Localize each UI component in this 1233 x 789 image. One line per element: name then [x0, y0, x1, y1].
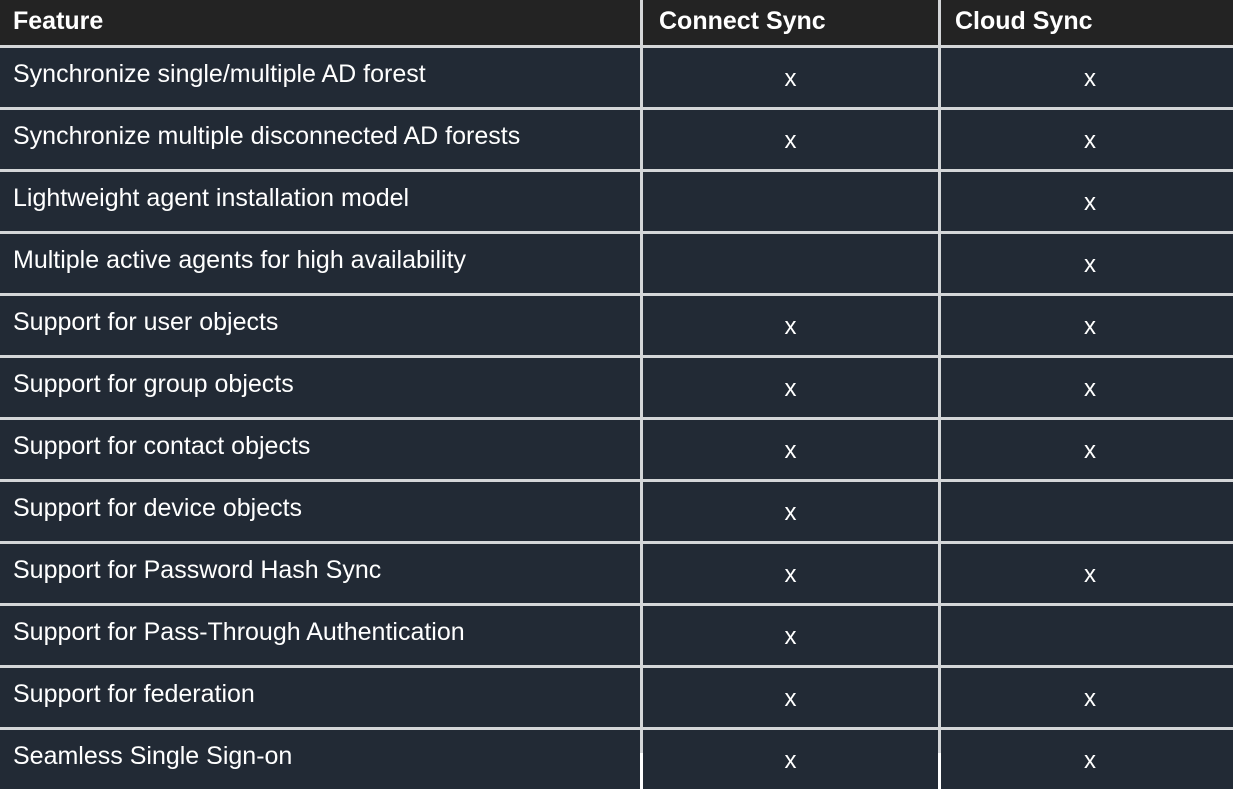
cloud-sync-mark: x — [941, 420, 1233, 479]
cloud-sync-mark: x — [941, 544, 1233, 603]
cloud-sync-mark: x — [941, 172, 1233, 231]
connect-sync-mark: x — [643, 296, 938, 355]
cloud-sync-mark — [941, 606, 1233, 665]
feature-cell: Support for Password Hash Sync — [0, 544, 640, 603]
connect-sync-mark: x — [643, 730, 938, 789]
cloud-sync-mark: x — [941, 48, 1233, 107]
feature-cell: Synchronize multiple disconnected AD for… — [0, 110, 640, 169]
feature-cell: Support for contact objects — [0, 420, 640, 479]
connect-sync-mark: x — [643, 606, 938, 665]
column-header-cloud-sync: Cloud Sync — [941, 0, 1233, 45]
cloud-sync-mark: x — [941, 668, 1233, 727]
feature-cell: Support for device objects — [0, 482, 640, 541]
column-header-connect-sync: Connect Sync — [643, 0, 938, 45]
feature-cell: Multiple active agents for high availabi… — [0, 234, 640, 293]
feature-cell: Seamless Single Sign-on — [0, 730, 640, 789]
feature-cell: Synchronize single/multiple AD forest — [0, 48, 640, 107]
cloud-sync-mark: x — [941, 730, 1233, 789]
cloud-sync-mark: x — [941, 234, 1233, 293]
feature-cell: Support for federation — [0, 668, 640, 727]
feature-cell: Lightweight agent installation model — [0, 172, 640, 231]
cloud-sync-mark: x — [941, 296, 1233, 355]
connect-sync-mark: x — [643, 110, 938, 169]
connect-sync-mark: x — [643, 420, 938, 479]
connect-sync-mark — [643, 172, 938, 231]
feature-cell: Support for user objects — [0, 296, 640, 355]
connect-sync-mark: x — [643, 668, 938, 727]
cloud-sync-mark: x — [941, 358, 1233, 417]
connect-sync-mark: x — [643, 48, 938, 107]
feature-cell: Support for group objects — [0, 358, 640, 417]
connect-sync-mark: x — [643, 544, 938, 603]
column-header-feature: Feature — [0, 0, 640, 45]
connect-sync-mark: x — [643, 358, 938, 417]
connect-sync-mark — [643, 234, 938, 293]
feature-cell: Support for Pass-Through Authentication — [0, 606, 640, 665]
connect-sync-mark: x — [643, 482, 938, 541]
cloud-sync-mark — [941, 482, 1233, 541]
feature-comparison-table: Feature Connect Sync Cloud Sync Synchron… — [0, 0, 1233, 789]
cloud-sync-mark: x — [941, 110, 1233, 169]
